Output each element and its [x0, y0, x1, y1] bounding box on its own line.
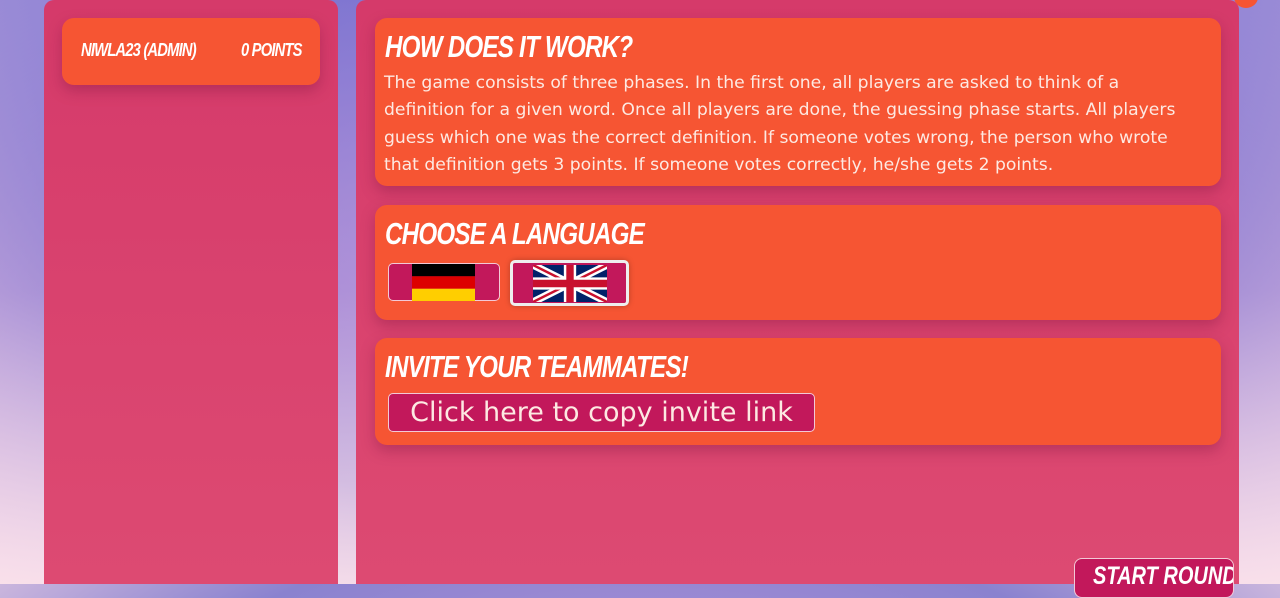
copy-invite-link-button[interactable]: Click here to copy invite link	[388, 393, 815, 432]
player-points: 0 Points	[241, 40, 303, 60]
lobby-main-panel: How does it work? The game consists of t…	[356, 0, 1239, 598]
uk-flag-icon	[533, 265, 607, 302]
how-it-works-card: How does it work? The game consists of t…	[375, 18, 1221, 186]
invite-card: Invite your teammates! Click here to cop…	[375, 338, 1221, 445]
language-english-button[interactable]	[510, 260, 629, 306]
start-round-button[interactable]: Start round	[1074, 558, 1234, 598]
how-it-works-text: The game consists of three phases. In th…	[384, 73, 1176, 175]
how-it-works-title: How does it work?	[385, 29, 633, 64]
language-card: Choose a language	[375, 205, 1221, 320]
language-german-button[interactable]	[388, 263, 500, 301]
start-round-label: Start round	[1093, 562, 1234, 590]
player-list-panel: Niwla23 (Admin) 0 Points	[44, 0, 338, 584]
invite-title: Invite your teammates!	[385, 349, 689, 384]
player-name: Niwla23 (Admin)	[81, 40, 197, 60]
player-card: Niwla23 (Admin) 0 Points	[62, 18, 320, 85]
german-flag-icon	[412, 264, 475, 301]
language-title: Choose a language	[385, 216, 645, 251]
